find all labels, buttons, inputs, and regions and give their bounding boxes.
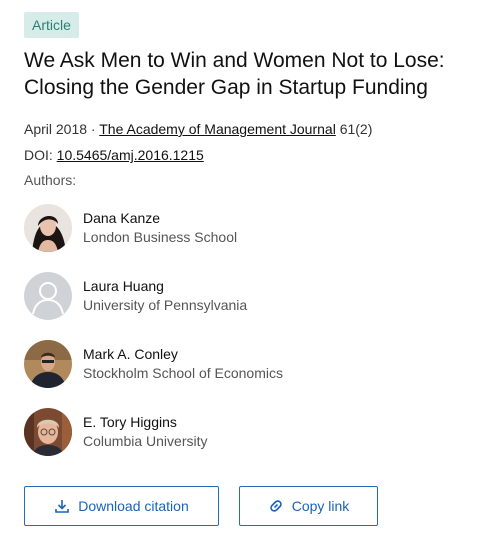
author-item[interactable]: Laura Huang University of Pennsylvania (24, 272, 444, 322)
author-name: Dana Kanze (83, 210, 161, 226)
author-institution: University of Pennsylvania (83, 297, 248, 313)
author-name: Mark A. Conley (83, 346, 178, 362)
authors-heading: Authors: (24, 172, 77, 188)
author-item[interactable]: Mark A. Conley Stockholm School of Econo… (24, 340, 444, 390)
copy-link-label: Copy link (291, 498, 350, 514)
author-avatar (24, 204, 72, 252)
user-placeholder-icon (24, 272, 72, 320)
publication-info: April 2018 · The Academy of Management J… (24, 120, 372, 138)
article-title: We Ask Men to Win and Women Not to Lose:… (24, 49, 445, 99)
author-avatar (24, 340, 72, 388)
journal-issue: 61(2) (335, 121, 373, 137)
doi-line: DOI: 10.5465/amj.2016.1215 (24, 146, 204, 164)
author-item[interactable]: E. Tory Higgins Columbia University (24, 408, 444, 458)
download-icon (54, 498, 70, 514)
author-name: Laura Huang (83, 278, 164, 294)
author-institution: Columbia University (83, 433, 208, 449)
copy-link-button[interactable]: Copy link (239, 486, 378, 526)
author-item[interactable]: Dana Kanze London Business School (24, 204, 444, 254)
doi-label: DOI: (24, 147, 57, 163)
download-citation-label: Download citation (78, 498, 189, 514)
author-institution: Stockholm School of Economics (83, 365, 283, 381)
article-type-badge: Article (24, 12, 79, 38)
author-institution: London Business School (83, 229, 238, 245)
doi-link[interactable]: 10.5465/amj.2016.1215 (57, 147, 204, 163)
link-icon (268, 498, 284, 514)
author-avatar (24, 408, 72, 456)
journal-link[interactable]: The Academy of Management Journal (99, 121, 336, 137)
author-name: E. Tory Higgins (83, 414, 177, 430)
publication-date: April 2018 · (24, 121, 100, 137)
download-citation-button[interactable]: Download citation (24, 486, 219, 526)
